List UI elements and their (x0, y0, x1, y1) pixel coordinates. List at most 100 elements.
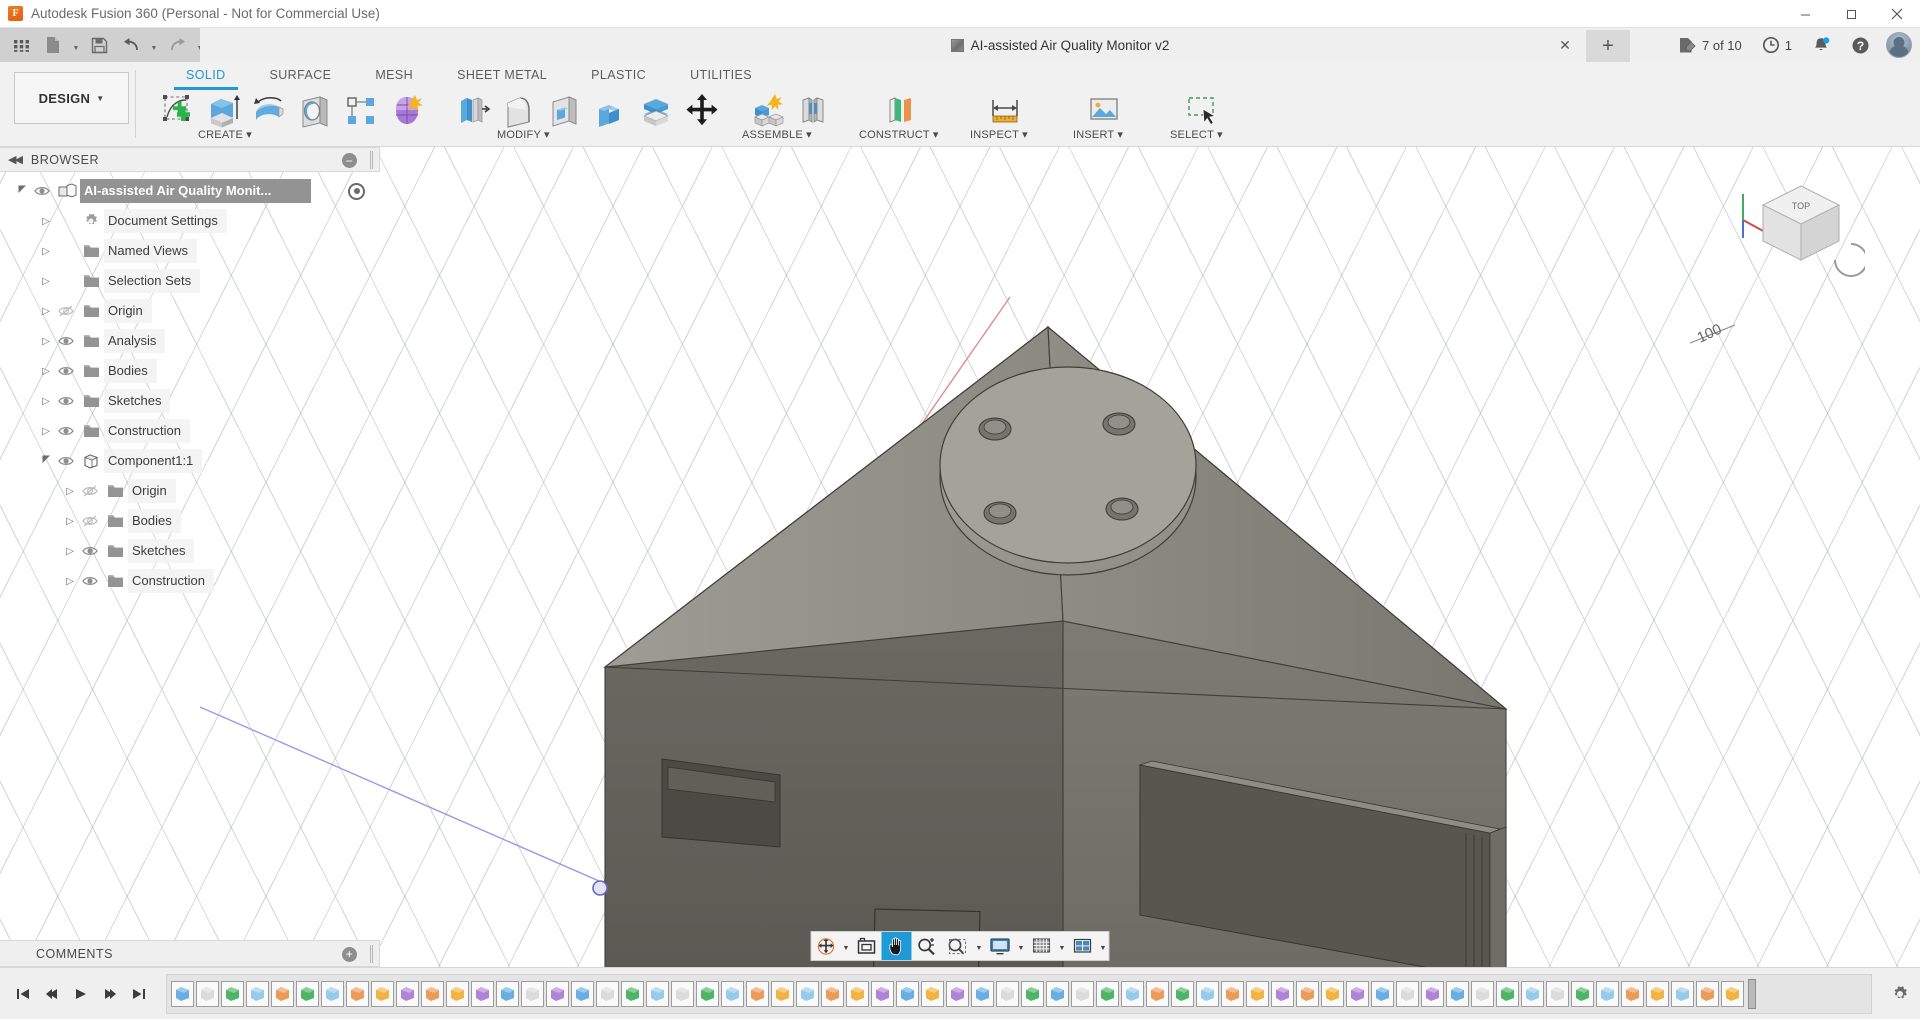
timeline-feature[interactable] (846, 981, 869, 1007)
save-icon[interactable] (84, 31, 114, 59)
tree-row[interactable]: Component1:1 (0, 446, 380, 476)
group-label-assemble[interactable]: ASSEMBLE ▾ (742, 128, 812, 141)
visibility-on-icon[interactable] (54, 455, 78, 467)
tree-row[interactable]: ▷Construction (0, 416, 380, 446)
grid-snap-icon[interactable] (1027, 932, 1057, 960)
visibility-on-icon[interactable] (54, 365, 78, 377)
tree-expand-arrow-icon[interactable] (38, 454, 54, 468)
timeline-feature[interactable] (696, 981, 719, 1007)
timeline-feature[interactable] (1721, 981, 1744, 1007)
timeline-feature[interactable] (921, 981, 944, 1007)
viewports-caret-icon[interactable]: ▼ (1098, 932, 1109, 960)
view-cube[interactable]: TOP (1735, 172, 1865, 287)
visibility-on-icon[interactable] (78, 575, 102, 587)
minimize-panel-icon[interactable]: − (342, 153, 357, 168)
orbit-caret-icon[interactable]: ▼ (841, 932, 852, 960)
tree-row[interactable]: ▷Construction (0, 566, 380, 596)
create-sketch-icon[interactable] (154, 88, 200, 143)
visibility-off-icon[interactable] (54, 305, 78, 317)
timeline-feature[interactable] (321, 981, 344, 1007)
group-label-select[interactable]: SELECT ▾ (1170, 128, 1223, 141)
document-tab-close-icon[interactable]: ✕ (1557, 37, 1573, 53)
pattern-icon[interactable] (338, 88, 384, 143)
tree-collapse-arrow-icon[interactable]: ▷ (62, 546, 78, 557)
skip-end-icon[interactable] (126, 979, 152, 1009)
timeline-feature[interactable] (1096, 981, 1119, 1007)
timeline-feature[interactable] (421, 981, 444, 1007)
timeline-feature[interactable] (1446, 981, 1469, 1007)
notifications-button[interactable] (1802, 28, 1841, 62)
timeline-feature[interactable] (1696, 981, 1719, 1007)
timeline-end-marker[interactable] (1748, 979, 1756, 1009)
tree-expand-arrow-icon[interactable] (14, 184, 30, 198)
tree-row[interactable]: ▷Bodies (0, 506, 380, 536)
group-label-insert[interactable]: INSERT ▾ (1073, 128, 1123, 141)
tree-row[interactable]: ▷Origin (0, 476, 380, 506)
tree-collapse-arrow-icon[interactable]: ▷ (38, 366, 54, 377)
timeline-feature[interactable] (221, 981, 244, 1007)
timeline-feature[interactable] (396, 981, 419, 1007)
jobs-status[interactable]: 7 of 10 (1668, 28, 1752, 62)
minimize-button[interactable] (1782, 0, 1828, 28)
comments-gripper[interactable] (370, 945, 373, 963)
timeline-feature[interactable] (1071, 981, 1094, 1007)
zoom-window-caret-icon[interactable]: ▼ (974, 932, 985, 960)
press-pull-icon[interactable] (449, 88, 495, 143)
group-label-inspect[interactable]: INSPECT ▾ (970, 128, 1028, 141)
tab-utilities[interactable]: UTILITIES (668, 62, 774, 88)
timeline-feature[interactable] (196, 981, 219, 1007)
timeline-feature[interactable] (1046, 981, 1069, 1007)
timeline-track[interactable] (166, 974, 1872, 1014)
timeline-feature[interactable] (1671, 981, 1694, 1007)
tab-sheet-metal[interactable]: SHEET METAL (435, 62, 569, 88)
timeline-feature[interactable] (971, 981, 994, 1007)
app-grid-icon[interactable] (6, 31, 36, 59)
timeline-feature[interactable] (1296, 981, 1319, 1007)
timeline-feature[interactable] (521, 981, 544, 1007)
display-settings-icon[interactable] (985, 932, 1016, 960)
timeline-feature[interactable] (496, 981, 519, 1007)
gear-icon[interactable] (1880, 985, 1920, 1003)
tree-row[interactable]: ▷Bodies (0, 356, 380, 386)
timeline-feature[interactable] (621, 981, 644, 1007)
timeline-feature[interactable] (896, 981, 919, 1007)
step-forward-icon[interactable] (97, 979, 123, 1009)
timeline-feature[interactable] (1196, 981, 1219, 1007)
form-icon[interactable] (384, 88, 430, 143)
timeline-feature[interactable] (1121, 981, 1144, 1007)
combine-icon[interactable] (587, 88, 633, 143)
tab-plastic[interactable]: PLASTIC (569, 62, 668, 88)
new-document-icon[interactable] (38, 31, 68, 59)
document-tab[interactable]: AI-assisted Air Quality Monitor v2 (951, 38, 1170, 53)
tree-row-root[interactable]: AI-assisted Air Quality Monit... (0, 176, 380, 206)
skip-start-icon[interactable] (10, 979, 36, 1009)
timeline-feature[interactable] (271, 981, 294, 1007)
group-label-create[interactable]: CREATE ▾ (198, 128, 252, 141)
timeline-feature[interactable] (1246, 981, 1269, 1007)
comments-panel[interactable]: COMMENTS + (0, 940, 380, 967)
timeline-feature[interactable] (946, 981, 969, 1007)
history-status[interactable]: 1 (1752, 28, 1802, 62)
timeline-feature[interactable] (1621, 981, 1644, 1007)
tab-surface[interactable]: SURFACE (248, 62, 354, 88)
visibility-off-icon[interactable] (78, 515, 102, 527)
undo-icon[interactable] (116, 31, 146, 59)
visibility-on-icon[interactable] (54, 425, 78, 437)
close-window-button[interactable] (1874, 0, 1920, 28)
timeline-feature[interactable] (1421, 981, 1444, 1007)
revolve-icon[interactable] (246, 88, 292, 143)
group-label-modify[interactable]: MODIFY ▾ (497, 128, 550, 141)
tree-collapse-arrow-icon[interactable]: ▷ (38, 306, 54, 317)
panel-gripper[interactable] (370, 151, 373, 169)
pan-icon[interactable] (882, 932, 912, 960)
timeline-feature[interactable] (1396, 981, 1419, 1007)
visibility-off-icon[interactable] (78, 485, 102, 497)
visibility-on-icon[interactable] (54, 395, 78, 407)
tree-row[interactable]: ▷Document Settings (0, 206, 380, 236)
orbit-icon[interactable] (812, 932, 841, 960)
timeline-feature[interactable] (346, 981, 369, 1007)
tree-collapse-arrow-icon[interactable]: ▷ (62, 576, 78, 587)
tree-collapse-arrow-icon[interactable]: ▷ (62, 516, 78, 527)
avatar[interactable] (1886, 32, 1912, 58)
timeline-feature[interactable] (446, 981, 469, 1007)
